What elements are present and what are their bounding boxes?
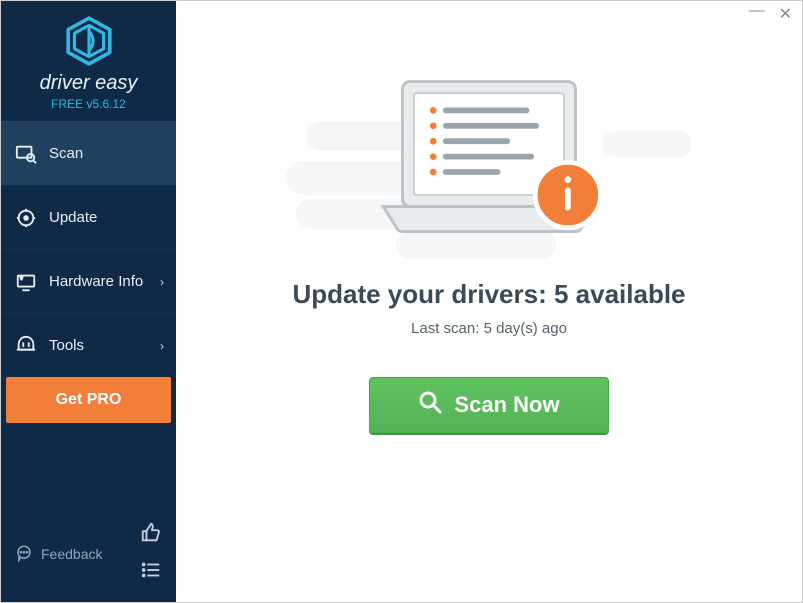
thumbs-up-icon[interactable] (140, 522, 162, 549)
sidebar: driver easy FREE v5.6.12 Scan (1, 1, 176, 602)
menu-list-icon[interactable] (140, 559, 162, 586)
brand-block: driver easy FREE v5.6.12 (1, 1, 176, 121)
hardware-info-icon: i (15, 271, 37, 293)
app-version: FREE v5.6.12 (1, 97, 176, 111)
chevron-right-icon: › (160, 275, 164, 289)
sidebar-item-scan[interactable]: Scan (1, 121, 176, 185)
sidebar-item-hardware[interactable]: i Hardware Info › (1, 249, 176, 313)
sidebar-item-label: Scan (49, 145, 83, 162)
sidebar-item-label: Tools (49, 337, 84, 354)
get-pro-label: Get PRO (56, 391, 122, 409)
feedback-button[interactable]: Feedback (15, 544, 102, 565)
close-button[interactable]: ✕ (779, 7, 792, 23)
laptop-illustration (364, 71, 614, 251)
headline-text: Update your drivers: 5 available (292, 279, 685, 310)
scan-now-label: Scan Now (454, 392, 559, 418)
minimize-button[interactable]: — (749, 3, 765, 19)
sidebar-item-update[interactable]: Update (1, 185, 176, 249)
app-logo-icon (1, 15, 176, 72)
main-panel: Update your drivers: 5 available Last sc… (176, 1, 802, 602)
decorative-cloud (602, 131, 692, 157)
scan-now-button[interactable]: Scan Now (369, 377, 609, 433)
chevron-right-icon: › (160, 339, 164, 353)
last-scan-text: Last scan: 5 day(s) ago (411, 320, 567, 337)
sidebar-item-tools[interactable]: Tools › (1, 313, 176, 377)
feedback-label: Feedback (41, 546, 102, 562)
nav: Scan Update (1, 121, 176, 377)
sidebar-item-label: Update (49, 209, 97, 226)
update-icon (15, 207, 37, 229)
svg-text:i: i (21, 276, 22, 280)
scan-icon (15, 143, 37, 165)
tools-icon (15, 335, 37, 357)
magnifier-icon (418, 390, 442, 420)
chat-icon (15, 544, 33, 565)
sidebar-item-label: Hardware Info (49, 273, 143, 290)
get-pro-button[interactable]: Get PRO (6, 377, 171, 423)
app-name: driver easy (1, 72, 176, 95)
